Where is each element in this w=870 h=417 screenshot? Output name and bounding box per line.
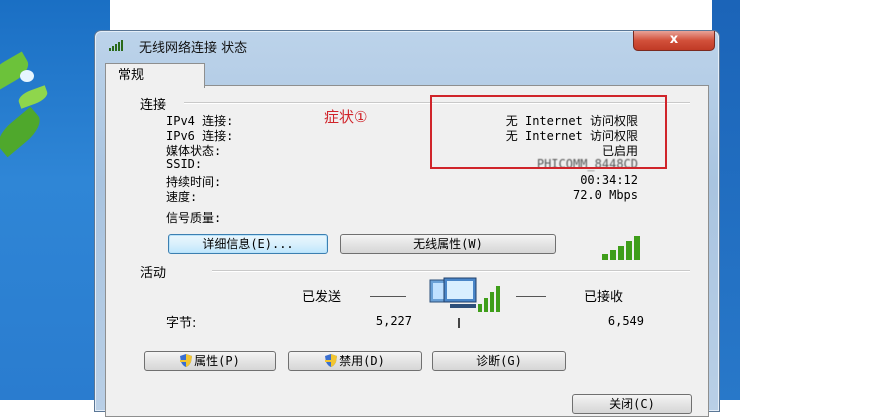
close-window-button[interactable]: x [633,31,715,51]
bytes-sent-value: 5,227 [375,314,412,328]
tab-general[interactable]: 常规 [105,63,205,88]
disable-button-label: 禁用(D) [339,354,385,368]
sent-line [370,296,406,297]
title-bar[interactable]: 无线网络连接 状态 x [95,31,719,59]
annotation-highlight-box [430,95,667,169]
received-line [516,296,546,297]
disable-button[interactable]: 禁用(D) [288,351,422,371]
diagnose-button[interactable]: 诊断(G) [432,351,566,371]
activity-divider [212,270,690,272]
annotation-label: 症状① [324,108,368,126]
status-window: 无线网络连接 状态 x 常规 连接 IPv4 连接: IPv6 连接: 媒体状态… [94,30,720,417]
speed-value: 72.0 Mbps [572,188,638,202]
bytes-label: 字节: [166,316,197,331]
connection-heading: 连接 [140,98,167,113]
window-title: 无线网络连接 状态 [139,41,248,56]
network-computers-icon [429,277,500,328]
close-button[interactable]: 关闭(C) [572,394,692,414]
signal-quality-label: 信号质量: [166,211,222,225]
properties-button[interactable]: 属性(P) [144,351,276,371]
received-label: 已接收 [584,290,624,305]
speed-label: 速度: [166,190,198,204]
uac-shield-icon [180,354,193,367]
ssid-label: SSID: [166,157,203,171]
duration-value: 00:34:12 [580,173,638,187]
properties-button-label: 属性(P) [194,354,240,368]
wireless-signal-icon [109,40,123,51]
signal-quality-icon [602,236,640,260]
activity-heading: 活动 [140,266,167,281]
details-button[interactable]: 详细信息(E)... [168,234,328,254]
uac-shield-icon [325,354,338,367]
close-icon: x [669,32,679,47]
wireless-properties-button[interactable]: 无线属性(W) [340,234,556,254]
sent-label: 已发送 [302,290,342,305]
bytes-received-value: 6,549 [607,314,644,328]
